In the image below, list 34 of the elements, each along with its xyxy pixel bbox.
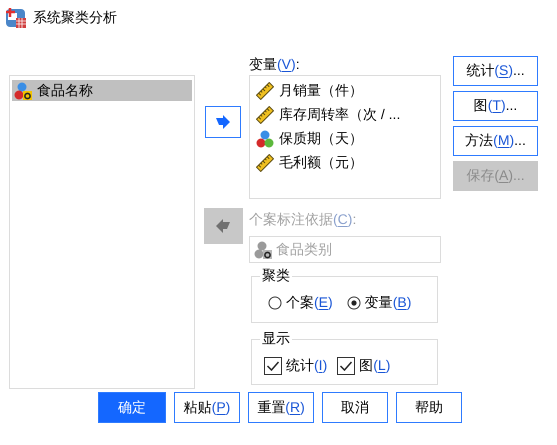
- variables-list[interactable]: 月销量（件） 库存周转率（次 / ... 保质期（天） 毛利额（元）: [249, 75, 441, 200]
- right-arrow-icon: [215, 115, 231, 129]
- dialog-button[interactable]: 帮助: [396, 392, 462, 423]
- label-cases-label: 个案标注依据(C):: [249, 211, 358, 230]
- variables-label: 变量(V):: [249, 56, 301, 74]
- radio-label[interactable]: 个案(E): [286, 294, 333, 312]
- checkbox-label[interactable]: 统计(I): [286, 356, 328, 375]
- variable-item[interactable]: 保质期（天）: [279, 130, 363, 148]
- dialog-button[interactable]: 方法(M)...: [453, 126, 538, 156]
- dialog-button[interactable]: 统计(S)...: [453, 56, 538, 86]
- checkbox[interactable]: [337, 356, 356, 375]
- balls-tag-icon: [14, 82, 32, 100]
- checkbox-label[interactable]: 图(L): [359, 356, 390, 375]
- dialog-button[interactable]: 重置(R): [248, 392, 314, 423]
- dialog-button[interactable]: 粘贴(P): [174, 392, 240, 423]
- left-arrow-icon: [215, 219, 231, 233]
- radio-button[interactable]: [268, 296, 282, 310]
- app-icon: [5, 6, 27, 28]
- variable-item[interactable]: 毛利额（元）: [279, 154, 363, 172]
- move-button[interactable]: [205, 106, 241, 138]
- group-title: 显示: [260, 330, 292, 348]
- dialog-button[interactable]: 图(T)...: [453, 91, 538, 121]
- window-title: 系统聚类分析: [33, 8, 117, 26]
- balls-icon: [256, 130, 274, 148]
- variable-item[interactable]: 食品名称: [12, 80, 192, 101]
- dialog-button[interactable]: 取消: [322, 392, 388, 423]
- radio-label[interactable]: 变量(B): [364, 294, 412, 312]
- balls-tag-icon: [254, 240, 272, 259]
- variable-item[interactable]: 月销量（件）: [279, 82, 363, 100]
- source-variable-list[interactable]: 食品名称: [9, 75, 195, 389]
- ok-button[interactable]: 确定: [98, 392, 166, 423]
- variable-item[interactable]: 库存周转率（次 / ...: [279, 106, 400, 124]
- checkbox[interactable]: [264, 356, 282, 375]
- radio-button[interactable]: [346, 296, 361, 310]
